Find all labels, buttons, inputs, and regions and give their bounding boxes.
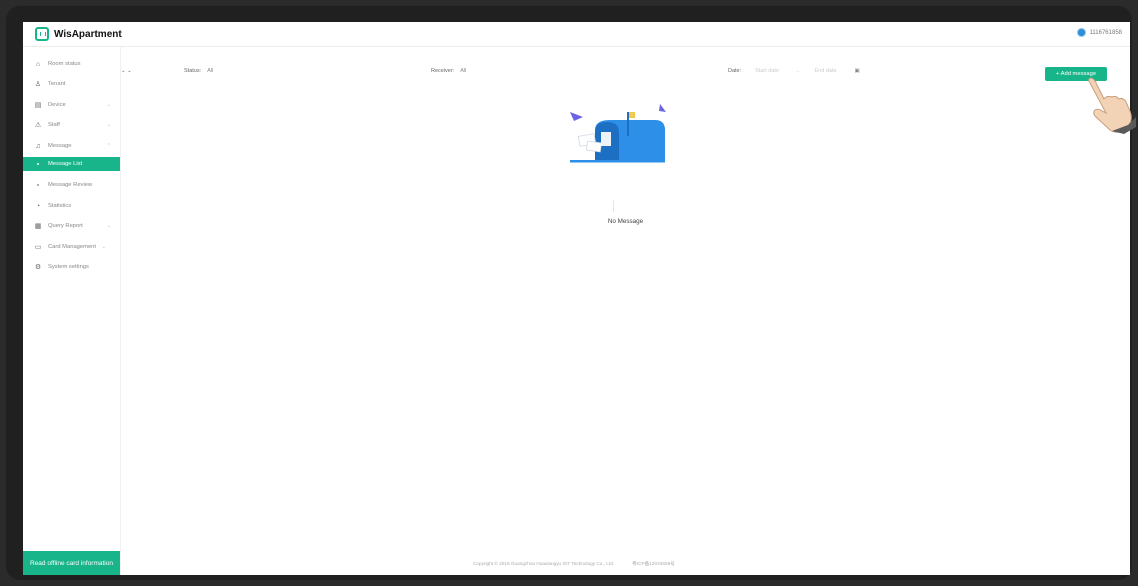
copyright-text: Copyright © 2018 Guangzhou Huaxiangyu IO… — [473, 561, 615, 566]
home-icon: ⌂ — [35, 60, 41, 68]
filter-bar: Status: All ⌄ Receiver: All ⌄ Date: Star… — [121, 68, 1111, 80]
read-offline-card-button[interactable]: Read offline card information — [23, 551, 120, 575]
sidebar-item-card-management[interactable]: ▭ Card Management ⌄ — [23, 240, 120, 254]
sidebar-item-label: Query Report — [48, 223, 83, 229]
receiver-value: All — [460, 68, 467, 74]
chevron-down-icon: ⌄ — [106, 223, 111, 229]
chevron-down-icon: ⌄ — [121, 68, 126, 74]
card-icon: ▭ — [34, 244, 42, 251]
sidebar-item-label: System settings — [48, 264, 89, 270]
sidebar-item-label: Device — [48, 102, 66, 108]
start-date-input[interactable]: Start date — [755, 68, 779, 74]
chevron-down-icon: ⌄ — [106, 102, 111, 108]
date-filter[interactable]: Date: Start date → End date ▣ — [728, 68, 860, 74]
sidebar-item-label: Tenant — [48, 81, 66, 87]
sidebar-item-device[interactable]: ▤ Device ⌄ — [23, 98, 120, 112]
date-separator-icon: → — [795, 68, 801, 74]
sidebar-item-label: Statistics — [48, 203, 72, 209]
sidebar: ⌂ Room status ♙ Tenant ▤ Device ⌄ ⚠ Staf… — [23, 47, 121, 575]
sidebar-item-label: Staff — [48, 122, 60, 128]
app-name: WisApartment — [54, 28, 122, 40]
sidebar-item-label: Message — [48, 143, 72, 149]
sidebar-item-room-status[interactable]: ⌂ Room status — [23, 57, 120, 71]
person-icon: ♙ — [34, 81, 42, 88]
sidebar-item-query-report[interactable]: ▦ Query Report ⌄ — [23, 219, 120, 233]
bullet-icon — [37, 184, 39, 186]
sidebar-item-system-settings[interactable]: ⚙ System settings — [23, 260, 120, 274]
sidebar-item-statistics[interactable]: ◔ Statistics — [23, 199, 120, 213]
status-value: All — [207, 68, 214, 74]
staff-icon: ⚠ — [34, 122, 42, 129]
sidebar-item-message-list[interactable]: Message List — [23, 157, 120, 171]
chevron-down-icon: ⌄ — [101, 244, 106, 250]
chart-icon: ◔ — [35, 202, 41, 210]
user-id: 1116761858 — [1089, 29, 1122, 36]
status-label: Status: — [184, 68, 202, 74]
pointing-hand-icon — [1088, 77, 1136, 134]
report-icon: ▦ — [34, 223, 42, 230]
avatar-icon — [1076, 28, 1086, 37]
end-date-input[interactable]: End date — [815, 68, 837, 74]
user-menu[interactable]: 1116761858 — [1076, 28, 1122, 37]
footer: Copyright © 2018 Guangzhou Huaxiangyu IO… — [473, 561, 873, 567]
receiver-label: Receiver: — [431, 68, 455, 74]
top-bar: WisApartment 1116761858 — [23, 22, 1130, 47]
chevron-up-icon: ⌃ — [106, 143, 111, 149]
app-screen: WisApartment 1116761858 ⌂ Room status ♙ … — [23, 22, 1130, 575]
sidebar-item-label: Room status — [48, 61, 81, 67]
chevron-down-icon: ⌄ — [127, 68, 132, 74]
app-logo[interactable]: WisApartment — [35, 27, 122, 41]
gear-icon: ⚙ — [34, 264, 42, 271]
date-label: Date: — [728, 68, 742, 74]
sidebar-item-staff[interactable]: ⚠ Staff ⌄ — [23, 118, 120, 132]
calendar-icon[interactable]: ▣ — [855, 68, 860, 74]
sidebar-item-label: Message List — [48, 161, 83, 167]
sidebar-item-message[interactable]: ♫ Message ⌃ — [23, 139, 120, 153]
receiver-filter[interactable]: Receiver: All — [431, 68, 466, 74]
device-icon: ▤ — [34, 102, 42, 109]
sidebar-item-tenant[interactable]: ♙ Tenant — [23, 77, 120, 91]
sidebar-item-message-review[interactable]: Message Review — [23, 178, 120, 192]
sidebar-item-label: Card Management — [48, 244, 97, 250]
chevron-down-icon: ⌄ — [106, 122, 111, 128]
status-filter[interactable]: Status: All — [184, 68, 213, 74]
bullet-icon — [37, 163, 39, 165]
empty-state-text: No Message — [607, 218, 644, 225]
icp-text[interactable]: 粤ICP备12034559号 — [632, 561, 675, 567]
logo-icon — [35, 27, 49, 41]
sidebar-item-label: Message Review — [48, 182, 93, 188]
bell-icon: ♫ — [35, 142, 41, 150]
